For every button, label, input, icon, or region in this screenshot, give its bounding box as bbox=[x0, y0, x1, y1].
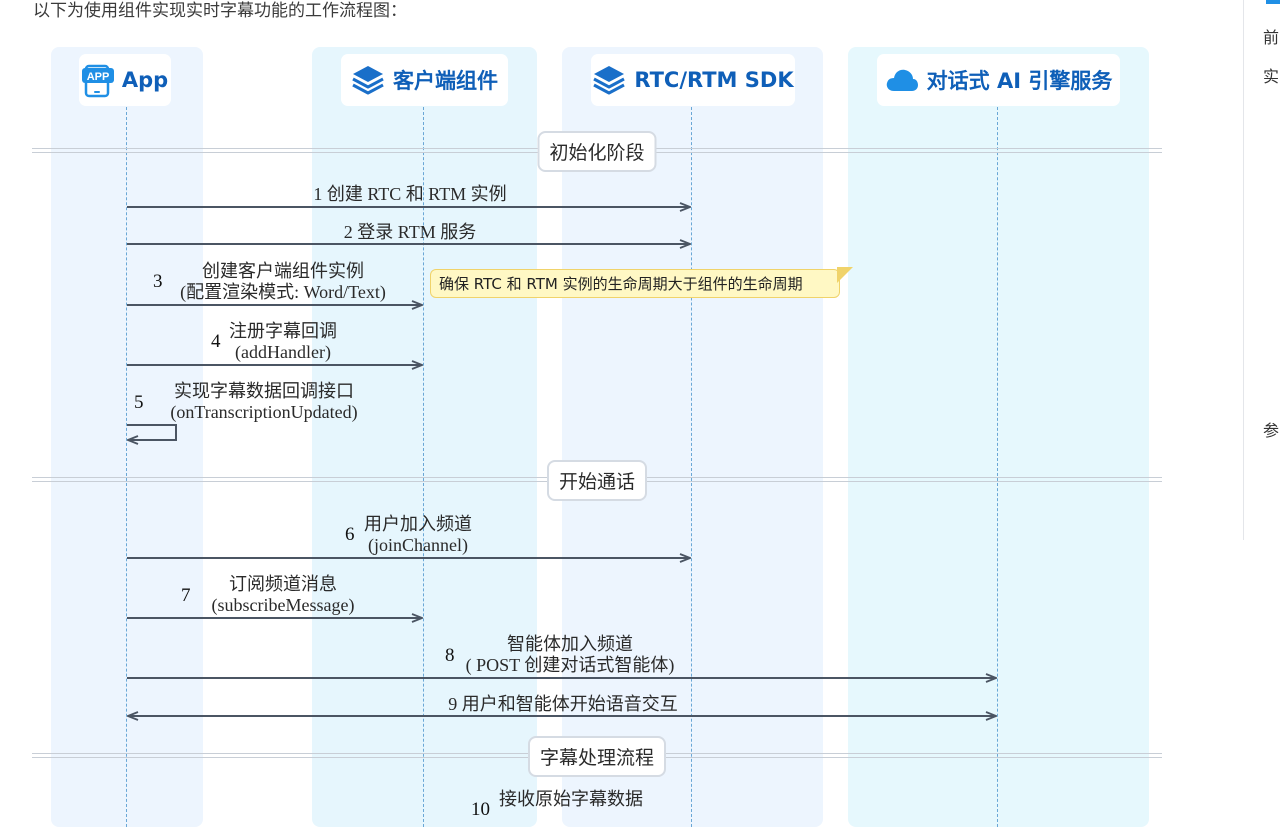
step-7-line-1: 订阅频道消息 bbox=[229, 574, 337, 594]
toc-item-3[interactable]: 参 bbox=[1263, 417, 1279, 441]
step-9-label: 9 用户和智能体开始语音交互 bbox=[448, 694, 678, 715]
step-1-text: 创建 RTC 和 RTM 实例 bbox=[326, 184, 507, 204]
lifecycle-note-text: 确保 RTC 和 RTM 实例的生命周期大于组件的生命周期 bbox=[439, 275, 803, 293]
step-3-line-1: 创建客户端组件实例 bbox=[201, 261, 364, 281]
step-6-line-1: 用户加入频道 bbox=[364, 514, 472, 534]
step-7-label: 订阅频道消息 (subscribeMessage) bbox=[212, 574, 355, 616]
step-8-line-2: ( POST 创建对话式智能体) bbox=[465, 655, 675, 675]
lifecycle-note: 确保 RTC 和 RTM 实例的生命周期大于组件的生命周期 bbox=[430, 269, 840, 298]
step-10-line-1: 接收原始字幕数据 bbox=[499, 789, 643, 809]
step-3-label: 创建客户端组件实例 (配置渲染模式: Word/Text) bbox=[180, 261, 386, 303]
arrow-step-5 bbox=[127, 424, 177, 440]
step-6-number: 6 bbox=[345, 524, 355, 545]
step-10-number: 10 bbox=[471, 799, 490, 820]
toc-item-2[interactable]: 实 bbox=[1263, 63, 1279, 87]
step-9-text: 用户和智能体开始语音交互 bbox=[461, 694, 678, 714]
step-7-number: 7 bbox=[181, 585, 191, 606]
step-5-label: 实现字幕数据回调接口 (onTranscriptionUpdated) bbox=[170, 381, 357, 423]
step-3-line-2: (配置渲染模式: Word/Text) bbox=[180, 282, 386, 302]
step-2-text: 登录 RTM 服务 bbox=[357, 222, 477, 242]
step-4-label: 注册字幕回调 (addHandler) bbox=[229, 321, 337, 363]
step-2-number: 2 bbox=[343, 222, 353, 242]
step-6-label: 用户加入频道 (joinChannel) bbox=[364, 514, 472, 556]
step-4-number: 4 bbox=[211, 331, 221, 352]
step-5-line-1: 实现字幕数据回调接口 bbox=[174, 381, 354, 401]
step-1-number: 1 bbox=[313, 184, 323, 204]
step-5-line-2: (onTranscriptionUpdated) bbox=[170, 402, 358, 422]
step-3-number: 3 bbox=[153, 271, 163, 292]
toc-active-marker bbox=[1266, 0, 1280, 4]
step-7-line-2: (subscribeMessage) bbox=[211, 595, 355, 615]
step-8-label: 智能体加入频道 ( POST 创建对话式智能体) bbox=[466, 634, 675, 676]
step-8-number: 8 bbox=[445, 645, 455, 666]
step-6-line-2: (joinChannel) bbox=[368, 535, 468, 555]
toc-item-1[interactable]: 前 bbox=[1263, 24, 1279, 48]
step-4-line-2: (addHandler) bbox=[235, 342, 331, 362]
step-1-label: 1 创建 RTC 和 RTM 实例 bbox=[313, 184, 506, 205]
step-5-number: 5 bbox=[134, 392, 144, 413]
toc-sidebar-border bbox=[1243, 0, 1244, 540]
step-10-label: 接收原始字幕数据 bbox=[499, 789, 643, 810]
step-2-label: 2 登录 RTM 服务 bbox=[344, 222, 476, 243]
step-8-line-1: 智能体加入频道 bbox=[507, 634, 633, 654]
step-4-line-1: 注册字幕回调 bbox=[229, 321, 337, 341]
step-9-number: 9 bbox=[448, 694, 458, 714]
note-fold-corner bbox=[837, 267, 853, 283]
